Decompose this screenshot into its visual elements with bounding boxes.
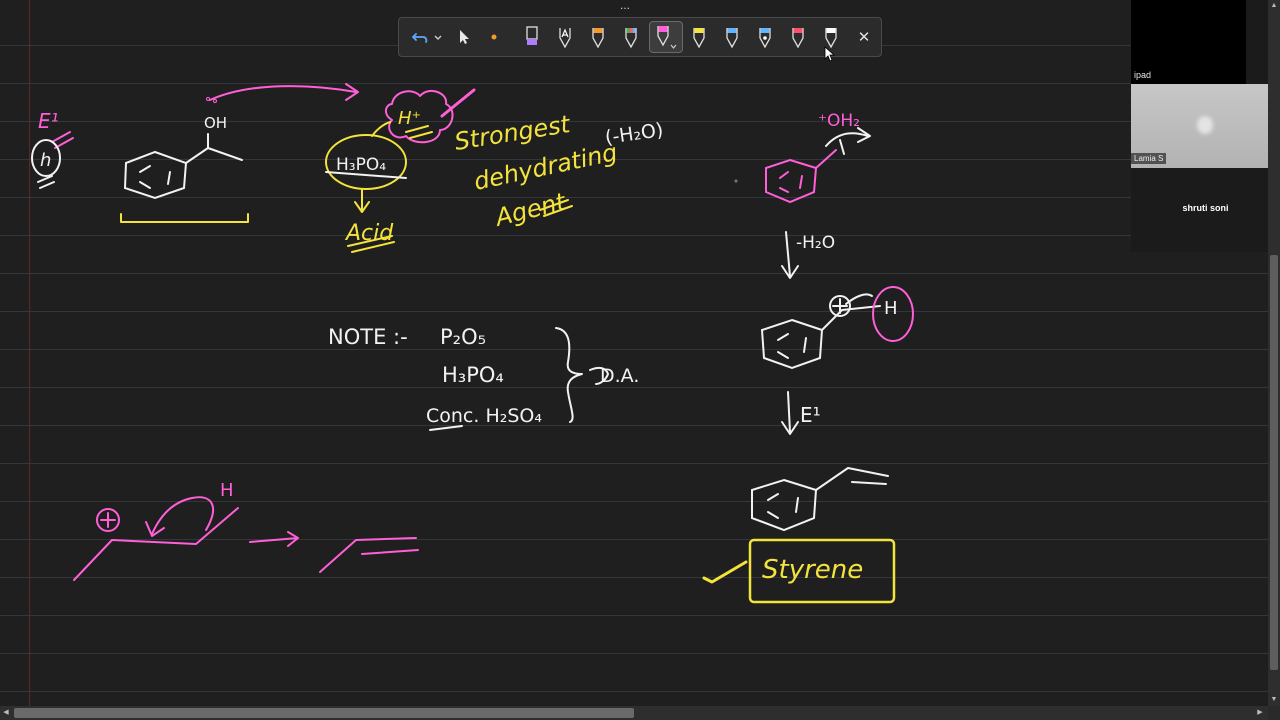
highlighter-purple-button[interactable] [517,21,547,53]
alkene-product [319,537,419,573]
benzene-ring-4-inner [767,493,799,519]
toolbar-drag-handle[interactable]: ... [612,0,638,14]
lone-pair-2 [213,99,217,103]
note-styrene: Styrene [762,555,863,585]
participant-name: Lamia S [1131,153,1167,164]
benzene-ring-1 [123,150,188,200]
close-toolbar-button[interactable]: ✕ [849,21,879,53]
side-chain-2 [815,149,837,169]
h-underline [37,175,55,189]
select-tool-button[interactable] [449,21,479,53]
mouse-pointer-icon [824,46,836,62]
benzene-ring-2-inner [779,171,803,193]
scrollbar-corner [1268,706,1280,720]
note-oh: OH [204,114,227,132]
elimination-chain [73,507,239,581]
cursor-icon [460,30,469,44]
pen-red-icon [792,28,804,49]
benzene-ring-3 [760,318,824,370]
electron-push-arrow [145,496,214,537]
stray-dot [734,179,738,183]
pen-a-icon [559,28,571,49]
note-minus-h2o-paren: (-H₂O) [604,119,665,149]
note-h3po4: H₃PO₄ [336,155,386,175]
note-h-small: H [220,480,234,501]
note-h-plus: H⁺ [398,108,421,129]
benzene-ring-4 [751,478,818,532]
scroll-up-button[interactable]: ▲ [1268,0,1280,12]
scroll-down-button[interactable]: ▼ [1268,694,1280,706]
chevron-down-icon [434,35,442,40]
arrow-e1 [781,391,799,435]
note-e1-top: E¹ [38,109,59,133]
vinyl-group [815,467,889,491]
note-oh2-plus: ⁺OH₂ [818,111,860,131]
note-conc-h2so4: Conc. H₂SO₄ [426,405,542,427]
note-strongest: Strongest [453,110,574,156]
pen-yellow-button[interactable] [684,21,714,53]
highlighter-icon [526,26,538,45]
benzene-ring-3-inner [777,333,807,359]
arrow-to-acid [354,189,370,213]
pen-blue-icon [726,28,738,49]
pen-orange-button[interactable] [583,21,613,53]
participant-name: ipad [1134,70,1152,80]
pen-blue-dot-button[interactable] [750,21,780,53]
dot-icon [491,34,497,40]
curly-brace [555,327,583,423]
pen-orange-icon [592,28,604,49]
horizontal-scrollbar-thumb[interactable] [14,708,634,718]
side-chain-1 [185,133,243,164]
note-note-label: NOTE :- [328,325,408,349]
participant-name: shruti soni [1182,203,1229,213]
bracket-underline-1 [120,213,249,223]
lasso-tool-button[interactable] [479,21,509,53]
note-p2o5: P₂O₅ [440,325,486,349]
note-agent: Agent [491,187,570,232]
vertical-scrollbar-thumb[interactable] [1270,255,1278,670]
note-da: D.A. [600,365,639,387]
h-plus-connector [371,121,391,137]
note-h-circle: h [40,150,51,171]
pen-red-button[interactable] [783,21,813,53]
note-h3po4-2: H₃PO₄ [442,363,504,387]
note-acid: Acid [344,221,394,246]
note-h-on-carbocation: H [884,298,898,319]
note-e1-arrow: E¹ [800,403,821,427]
benzene-ring-1-inner [139,165,171,189]
handwriting-layer: E¹ h OH H⁺ H₃PO₄ Acid Strongest dehydrat… [31,83,914,604]
carbocation-plus-small [100,512,116,528]
close-icon: ✕ [857,29,871,46]
arrow-top-pink [209,83,359,101]
pen-pink-icon [657,26,677,49]
oh2-curl [825,127,871,155]
carbocation-plus [832,298,848,314]
scroll-left-button[interactable]: ◀ [0,706,12,720]
pen-multicolor-icon [625,28,637,49]
pen-multicolor-button[interactable] [616,21,646,53]
note-minus-h2o: -H₂O [796,233,835,253]
styrene-check [702,560,748,584]
pen-blue-button[interactable] [717,21,747,53]
video-feed-blur [1197,116,1213,134]
reaction-arrow-pink [249,531,299,547]
pen-text-button[interactable] [550,21,580,53]
benzene-ring-2 [765,158,818,204]
ink-toolbar: ✕ [398,17,882,57]
pen-pink-button[interactable] [649,21,683,53]
pen-blue-dot-icon [759,28,771,49]
scroll-right-button[interactable]: ▶ [1254,706,1266,720]
lone-pair-1 [206,97,210,101]
undo-menu-button[interactable] [427,21,449,53]
pen-yellow-icon [693,28,705,49]
